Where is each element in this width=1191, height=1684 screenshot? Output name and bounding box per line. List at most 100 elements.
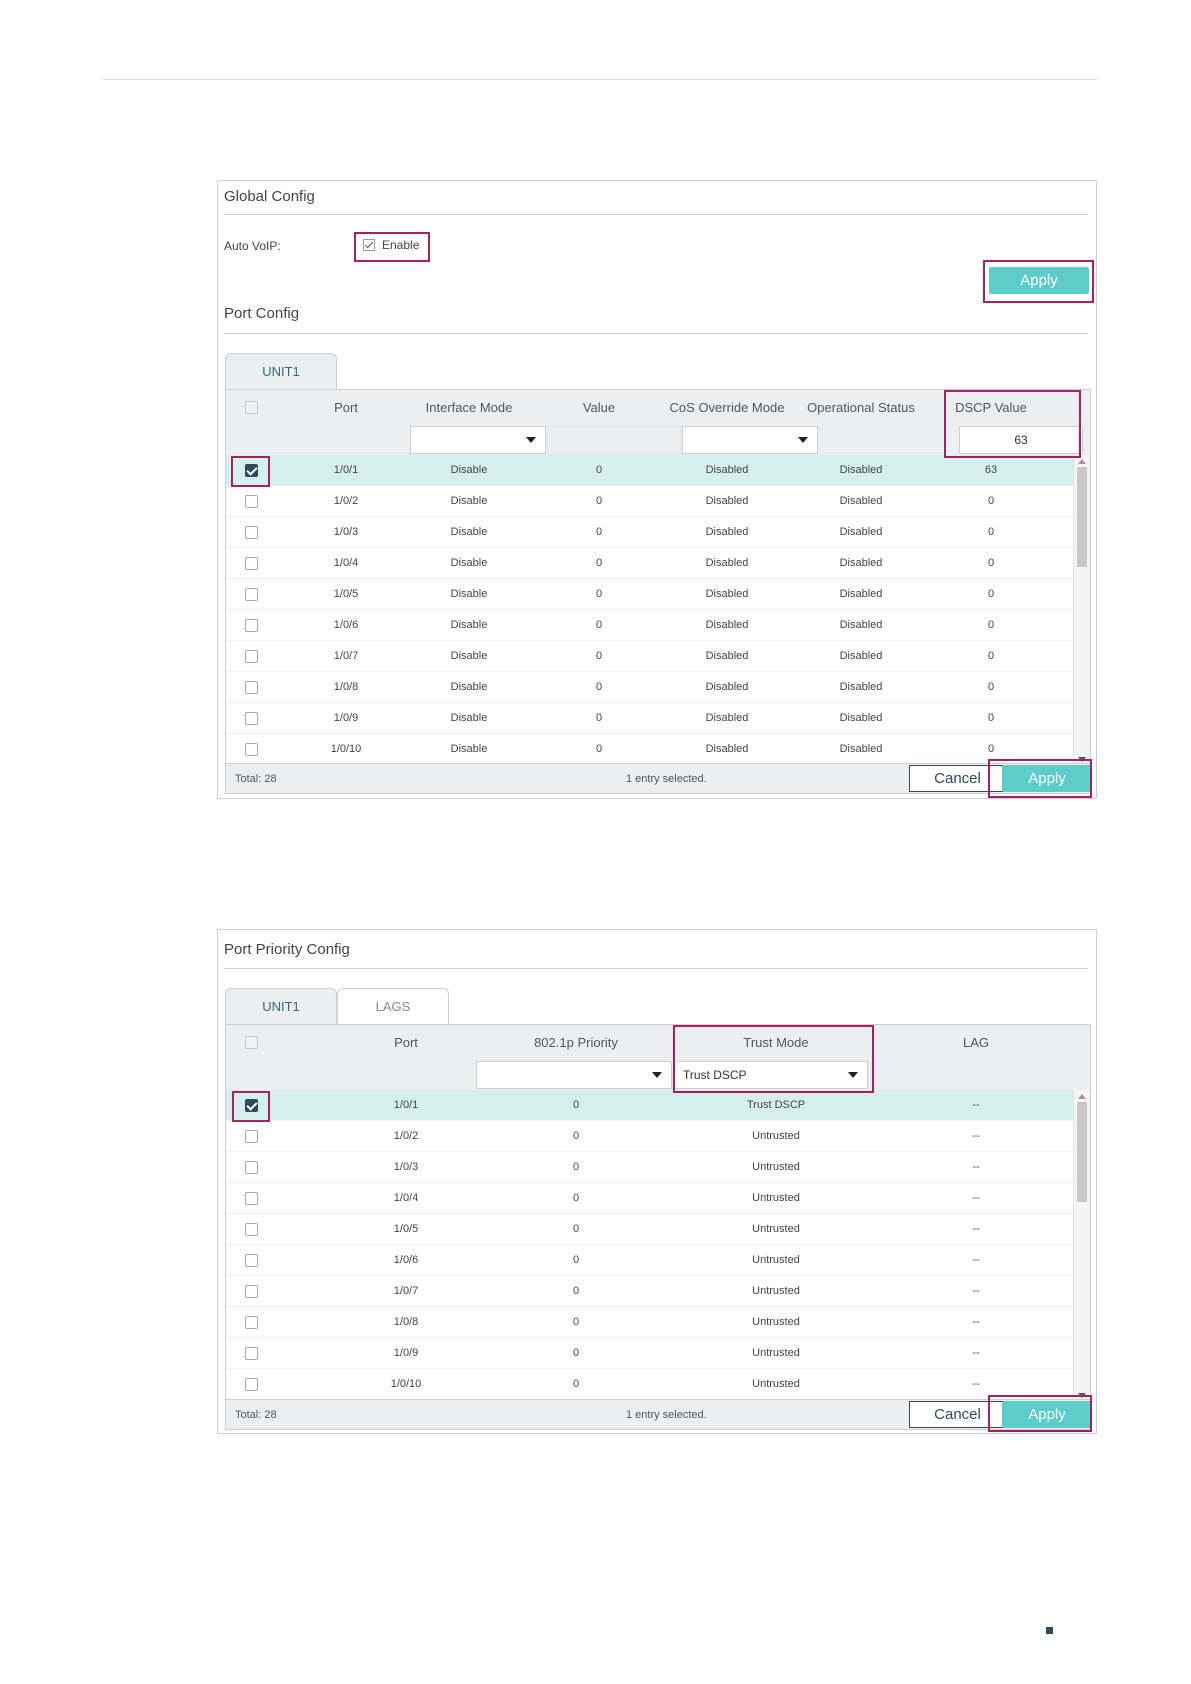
table-row[interactable]: 1/0/8 Disable 0 Disabled Disabled 0 (226, 672, 1073, 703)
cell-lag: -- (972, 1099, 980, 1111)
table-row[interactable]: 1/0/7 Disable 0 Disabled Disabled 0 (226, 641, 1073, 672)
row-checkbox[interactable] (245, 587, 258, 601)
row-select-cell[interactable] (226, 1338, 277, 1368)
row-select-cell[interactable] (226, 1214, 277, 1244)
table-row[interactable]: 1/0/10 Disable 0 Disabled Disabled 0 (226, 734, 1073, 765)
scroll-up-icon[interactable] (1078, 459, 1086, 464)
row-checkbox[interactable] (245, 1191, 258, 1205)
table-row[interactable]: 1/0/6 Disable 0 Disabled Disabled 0 (226, 610, 1073, 641)
table-row[interactable]: 1/0/5 0 Untrusted -- (226, 1214, 1073, 1245)
row-select-cell[interactable] (226, 486, 277, 516)
row-select-cell[interactable] (226, 1245, 277, 1275)
row-checkbox[interactable] (245, 1315, 258, 1329)
scroll-thumb[interactable] (1077, 1102, 1087, 1202)
table-row[interactable]: 1/0/6 0 Untrusted -- (226, 1245, 1073, 1276)
cell-priority: 0 (572, 1285, 580, 1297)
row-select-cell[interactable] (226, 1183, 277, 1213)
total-count: Total: 28 (235, 772, 277, 785)
row-select-cell[interactable] (226, 579, 277, 609)
row-checkbox[interactable] (245, 1284, 258, 1298)
table-row[interactable]: 1/0/7 0 Untrusted -- (226, 1276, 1073, 1307)
cell-lag: -- (972, 1130, 980, 1142)
table-row[interactable]: 1/0/4 0 Untrusted -- (226, 1183, 1073, 1214)
table-row[interactable]: 1/0/9 Disable 0 Disabled Disabled 0 (226, 703, 1073, 734)
cell-operational-status: Disabled (839, 743, 883, 755)
cell-dscp-value: 0 (987, 526, 995, 538)
tab-lags[interactable]: LAGS (337, 988, 449, 1024)
cell-value: 0 (595, 557, 603, 569)
scroll-up-icon[interactable] (1078, 1094, 1086, 1099)
table-row[interactable]: 1/0/4 Disable 0 Disabled Disabled 0 (226, 548, 1073, 579)
table-row[interactable]: 1/0/3 0 Untrusted -- (226, 1152, 1073, 1183)
interface-mode-filter-select[interactable] (410, 426, 546, 454)
select-all-checkbox[interactable] (245, 401, 258, 414)
row-select-cell[interactable] (226, 610, 277, 640)
row-select-cell[interactable] (226, 517, 277, 547)
cell-operational-status: Disabled (839, 619, 883, 631)
total-count: Total: 28 (235, 1408, 277, 1421)
table-scrollbar[interactable] (1073, 1090, 1090, 1402)
row-select-cell[interactable] (226, 734, 277, 764)
row-checkbox[interactable] (245, 711, 258, 725)
cell-priority: 0 (572, 1099, 580, 1111)
cos-override-filter-select[interactable] (682, 426, 818, 454)
row-checkbox[interactable] (245, 494, 258, 508)
row-select-cell[interactable] (226, 548, 277, 578)
row-checkbox[interactable] (245, 1377, 258, 1391)
cell-cos-override-mode: Disabled (705, 557, 749, 569)
cell-lag: -- (972, 1161, 980, 1173)
table-row[interactable]: 1/0/2 0 Untrusted -- (226, 1121, 1073, 1152)
row-checkbox[interactable] (245, 1222, 258, 1236)
col-lag: LAG (962, 1035, 989, 1050)
row-select-cell[interactable] (226, 1276, 277, 1306)
cell-dscp-value: 0 (987, 712, 995, 724)
row-select-cell[interactable] (226, 1152, 277, 1182)
row-checkbox[interactable] (245, 649, 258, 663)
cell-cos-override-mode: Disabled (705, 588, 749, 600)
table-row[interactable]: 1/0/9 0 Untrusted -- (226, 1338, 1073, 1369)
tab-unit1[interactable]: UNIT1 (225, 988, 337, 1024)
row-select-cell[interactable] (226, 1307, 277, 1337)
table-row[interactable]: 1/0/5 Disable 0 Disabled Disabled 0 (226, 579, 1073, 610)
row-checkbox[interactable] (245, 556, 258, 570)
row-checkbox[interactable] (245, 680, 258, 694)
select-all-cell[interactable] (226, 390, 277, 425)
row-select-cell[interactable] (226, 1369, 277, 1399)
select-all-checkbox[interactable] (245, 1036, 258, 1049)
table-footer: Total: 28 1 entry selected. Cancel Apply (226, 763, 1090, 793)
row-select-cell[interactable] (226, 703, 277, 733)
cell-operational-status: Disabled (839, 650, 883, 662)
page-marker (1046, 1627, 1053, 1634)
cell-dscp-value: 0 (987, 619, 995, 631)
row-checkbox[interactable] (245, 618, 258, 632)
cell-port: 1/0/1 (333, 464, 359, 476)
row-checkbox[interactable] (245, 742, 258, 756)
cell-cos-override-mode: Disabled (705, 681, 749, 693)
row-select-cell[interactable] (226, 672, 277, 702)
row-checkbox[interactable] (245, 1129, 258, 1143)
row-checkbox[interactable] (245, 1346, 258, 1360)
highlight-priority-apply (988, 1395, 1092, 1432)
tab-unit1[interactable]: UNIT1 (225, 353, 337, 389)
scroll-thumb[interactable] (1077, 467, 1087, 567)
row-checkbox[interactable] (245, 1253, 258, 1267)
row-select-cell[interactable] (226, 1121, 277, 1151)
priority-filter-select[interactable] (476, 1061, 672, 1089)
table-row[interactable]: 1/0/10 0 Untrusted -- (226, 1369, 1073, 1400)
table-row[interactable]: 1/0/8 0 Untrusted -- (226, 1307, 1073, 1338)
table-row[interactable]: 1/0/1 Disable 0 Disabled Disabled 63 (226, 455, 1073, 486)
row-checkbox[interactable] (245, 1160, 258, 1174)
table-row[interactable]: 1/0/2 Disable 0 Disabled Disabled 0 (226, 486, 1073, 517)
table-row[interactable]: 1/0/1 0 Trust DSCP -- (226, 1090, 1073, 1121)
cell-operational-status: Disabled (839, 588, 883, 600)
row-checkbox[interactable] (245, 525, 258, 539)
select-all-cell[interactable] (226, 1025, 277, 1060)
table-row[interactable]: 1/0/3 Disable 0 Disabled Disabled 0 (226, 517, 1073, 548)
cell-port: 1/0/4 (333, 557, 359, 569)
cell-priority: 0 (572, 1223, 580, 1235)
table-scrollbar[interactable] (1073, 455, 1090, 766)
port-priority-panel: Port Priority Config UNIT1 LAGS Port 802… (217, 929, 1097, 1434)
row-select-cell[interactable] (226, 641, 277, 671)
value-filter-input[interactable] (547, 426, 681, 454)
chevron-down-icon (526, 437, 536, 443)
